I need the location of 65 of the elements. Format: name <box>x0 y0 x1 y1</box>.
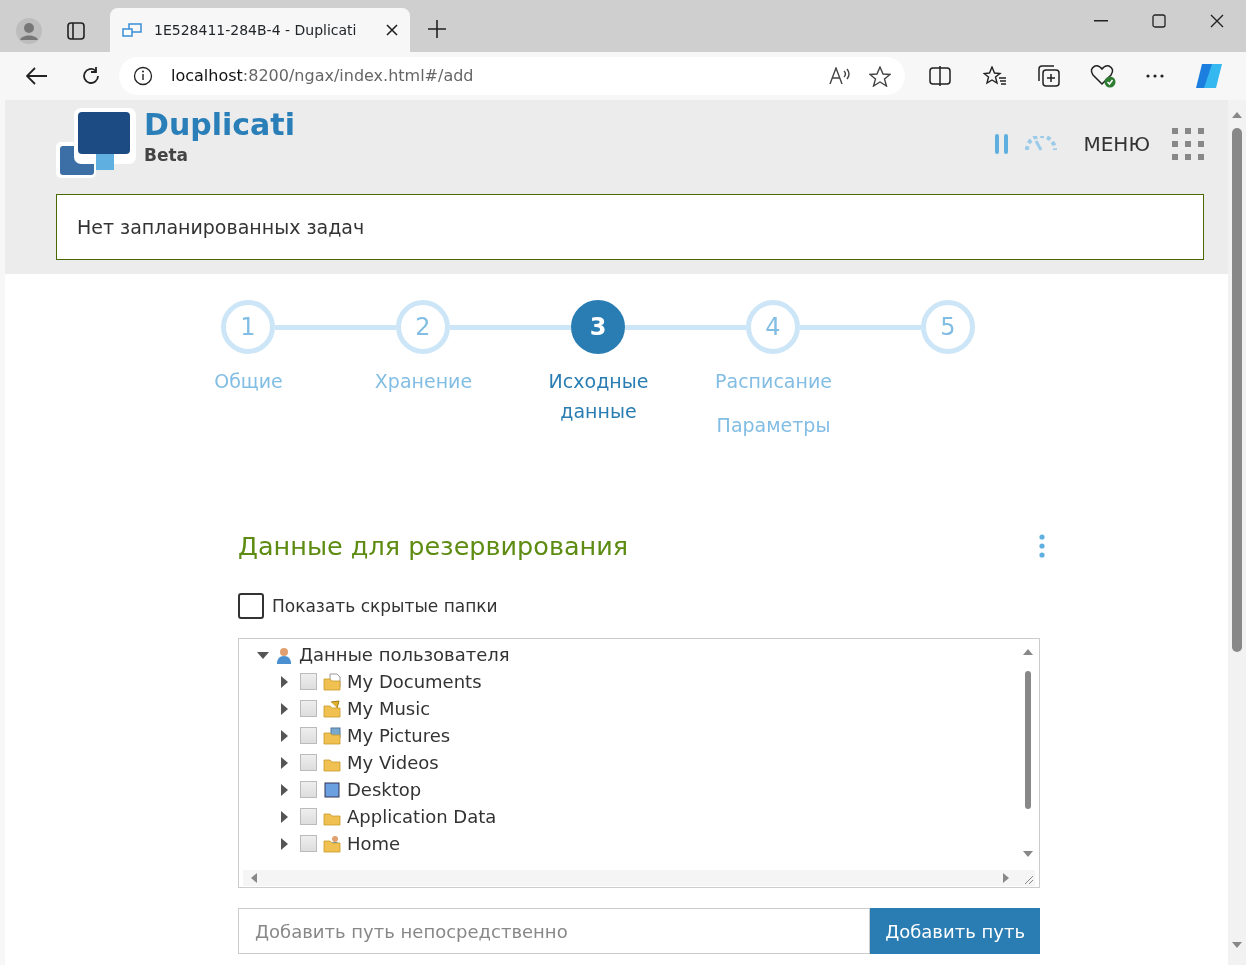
tab-favicon-icon <box>122 23 142 37</box>
tree-checkbox[interactable] <box>300 727 317 745</box>
expand-icon[interactable] <box>278 729 290 742</box>
copilot-icon[interactable] <box>1194 62 1224 90</box>
folder-icon <box>323 672 341 691</box>
add-path-button[interactable]: Добавить путь <box>870 908 1040 955</box>
app-subtitle: Beta <box>144 143 190 167</box>
tree-checkbox[interactable] <box>300 835 317 853</box>
expand-icon[interactable] <box>278 702 290 715</box>
expand-icon[interactable] <box>278 675 290 688</box>
reload-icon[interactable] <box>81 66 101 86</box>
new-tab-icon[interactable] <box>428 20 446 38</box>
minimize-icon[interactable] <box>1094 20 1108 22</box>
expand-icon[interactable] <box>278 756 290 769</box>
step-number[interactable]: 3 <box>571 300 625 354</box>
duplicati-logo-icon <box>56 108 136 180</box>
maximize-icon[interactable] <box>1152 14 1166 28</box>
folder-icon <box>323 726 341 745</box>
profile-icon[interactable] <box>16 18 42 44</box>
apps-grid-icon[interactable] <box>1172 128 1204 160</box>
tab-actions-icon[interactable] <box>67 22 85 40</box>
section-title: Данные для резервирования <box>238 530 629 563</box>
url-text: localhost:8200/ngax/index.html#/add <box>171 65 475 87</box>
checkbox-label: Показать скрытые папки <box>272 594 498 618</box>
desktop-icon <box>323 780 341 799</box>
tree-checkbox[interactable] <box>300 808 317 826</box>
info-icon[interactable] <box>133 66 153 86</box>
tree-checkbox[interactable] <box>300 673 317 691</box>
app-title: Duplicati <box>144 108 295 143</box>
step-label[interactable]: Исходные данные <box>533 366 664 426</box>
tree-checkbox[interactable] <box>300 754 317 772</box>
collections-icon[interactable] <box>1038 65 1060 87</box>
health-icon[interactable] <box>1090 64 1116 88</box>
home-folder-icon <box>323 834 341 853</box>
tree-item[interactable]: My Pictures <box>347 722 451 750</box>
back-icon[interactable] <box>26 67 48 85</box>
folder-icon <box>323 699 341 718</box>
status-message: Нет запланированных задач <box>56 194 1204 260</box>
split-screen-icon[interactable] <box>929 66 951 86</box>
close-tab-icon[interactable] <box>386 24 398 36</box>
tree-item[interactable]: Desktop <box>347 776 422 804</box>
menu-label[interactable]: МЕНЮ <box>1083 129 1150 159</box>
expand-icon[interactable] <box>278 783 290 796</box>
checkbox[interactable] <box>238 593 264 620</box>
read-aloud-icon[interactable] <box>829 67 851 85</box>
path-input-field[interactable]: Добавить путь непосредственно <box>238 908 871 955</box>
tree-checkbox[interactable] <box>300 781 317 799</box>
tree-item[interactable]: My Videos <box>347 749 439 777</box>
favorite-star-icon[interactable] <box>869 65 891 87</box>
tree-checkbox[interactable] <box>300 700 317 718</box>
user-icon <box>275 645 293 664</box>
expand-icon[interactable] <box>278 837 290 850</box>
tab-title: 1E528411-284B-4 - Duplicati <box>154 20 358 40</box>
tree-item[interactable]: Данные пользователя <box>299 641 510 669</box>
address-bar[interactable]: localhost:8200/ngax/index.html#/add <box>119 57 905 95</box>
tree-item[interactable]: Application Data <box>347 803 497 831</box>
tree-item[interactable]: My Documents <box>347 668 482 696</box>
tree-item[interactable]: Home <box>347 830 401 858</box>
close-window-icon[interactable] <box>1210 14 1224 28</box>
browser-tab[interactable]: 1E528411-284B-4 - Duplicati <box>110 8 410 52</box>
horizontal-scrollbar[interactable] <box>243 870 1035 887</box>
expand-icon[interactable] <box>278 810 290 823</box>
more-icon[interactable] <box>1146 74 1164 78</box>
favorites-icon[interactable] <box>983 66 1007 86</box>
tree-item[interactable]: My Music <box>347 695 431 723</box>
